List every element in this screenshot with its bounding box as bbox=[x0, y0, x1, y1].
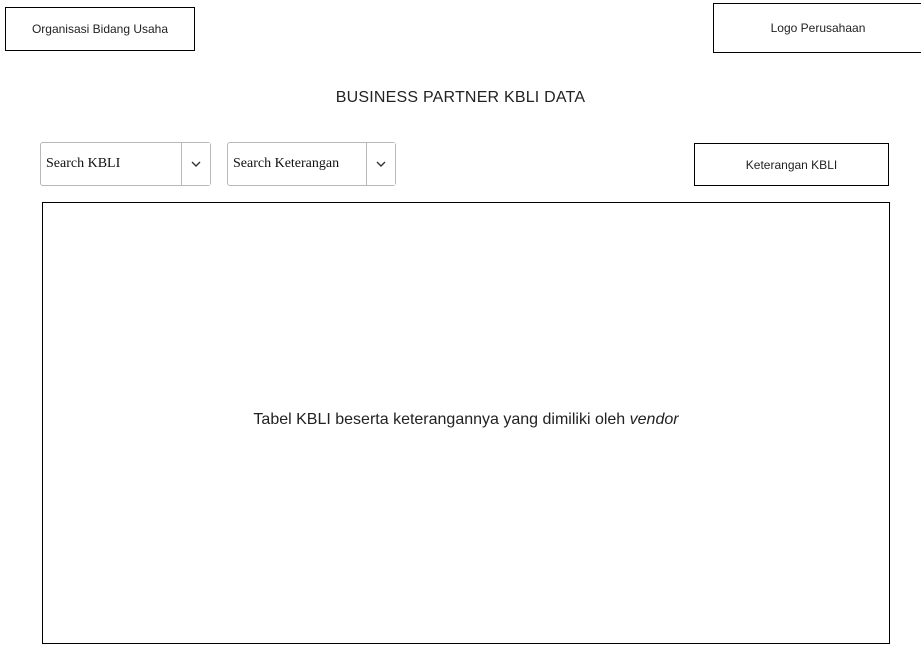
search-kbli-value: Search KBLI bbox=[46, 156, 121, 171]
table-caption-emphasis: vendor bbox=[629, 411, 679, 428]
keterangan-kbli-button[interactable]: Keterangan KBLI bbox=[694, 143, 889, 186]
search-keterangan-select[interactable]: Search Keterangan bbox=[227, 142, 396, 186]
table-caption: Tabel KBLI beserta keterangannya yang di… bbox=[253, 411, 678, 429]
company-logo-placeholder: Logo Perusahaan bbox=[713, 3, 921, 53]
company-logo-label: Logo Perusahaan bbox=[770, 21, 866, 35]
organisasi-bidang-usaha-label: Organisasi Bidang Usaha bbox=[31, 22, 169, 36]
chevron-down-icon[interactable] bbox=[181, 143, 210, 185]
search-kbli-select[interactable]: Search KBLI bbox=[40, 142, 211, 186]
page-title: BUSINESS PARTNER KBLI DATA bbox=[335, 89, 586, 106]
organisasi-bidang-usaha-box[interactable]: Organisasi Bidang Usaha bbox=[5, 7, 195, 51]
kbli-table-placeholder: Tabel KBLI beserta keterangannya yang di… bbox=[42, 202, 890, 644]
chevron-down-icon[interactable] bbox=[366, 143, 395, 185]
keterangan-kbli-label: Keterangan KBLI bbox=[745, 157, 838, 172]
search-keterangan-value: Search Keterangan bbox=[233, 156, 340, 171]
table-caption-text: Tabel KBLI beserta keterangannya yang di… bbox=[253, 411, 630, 428]
